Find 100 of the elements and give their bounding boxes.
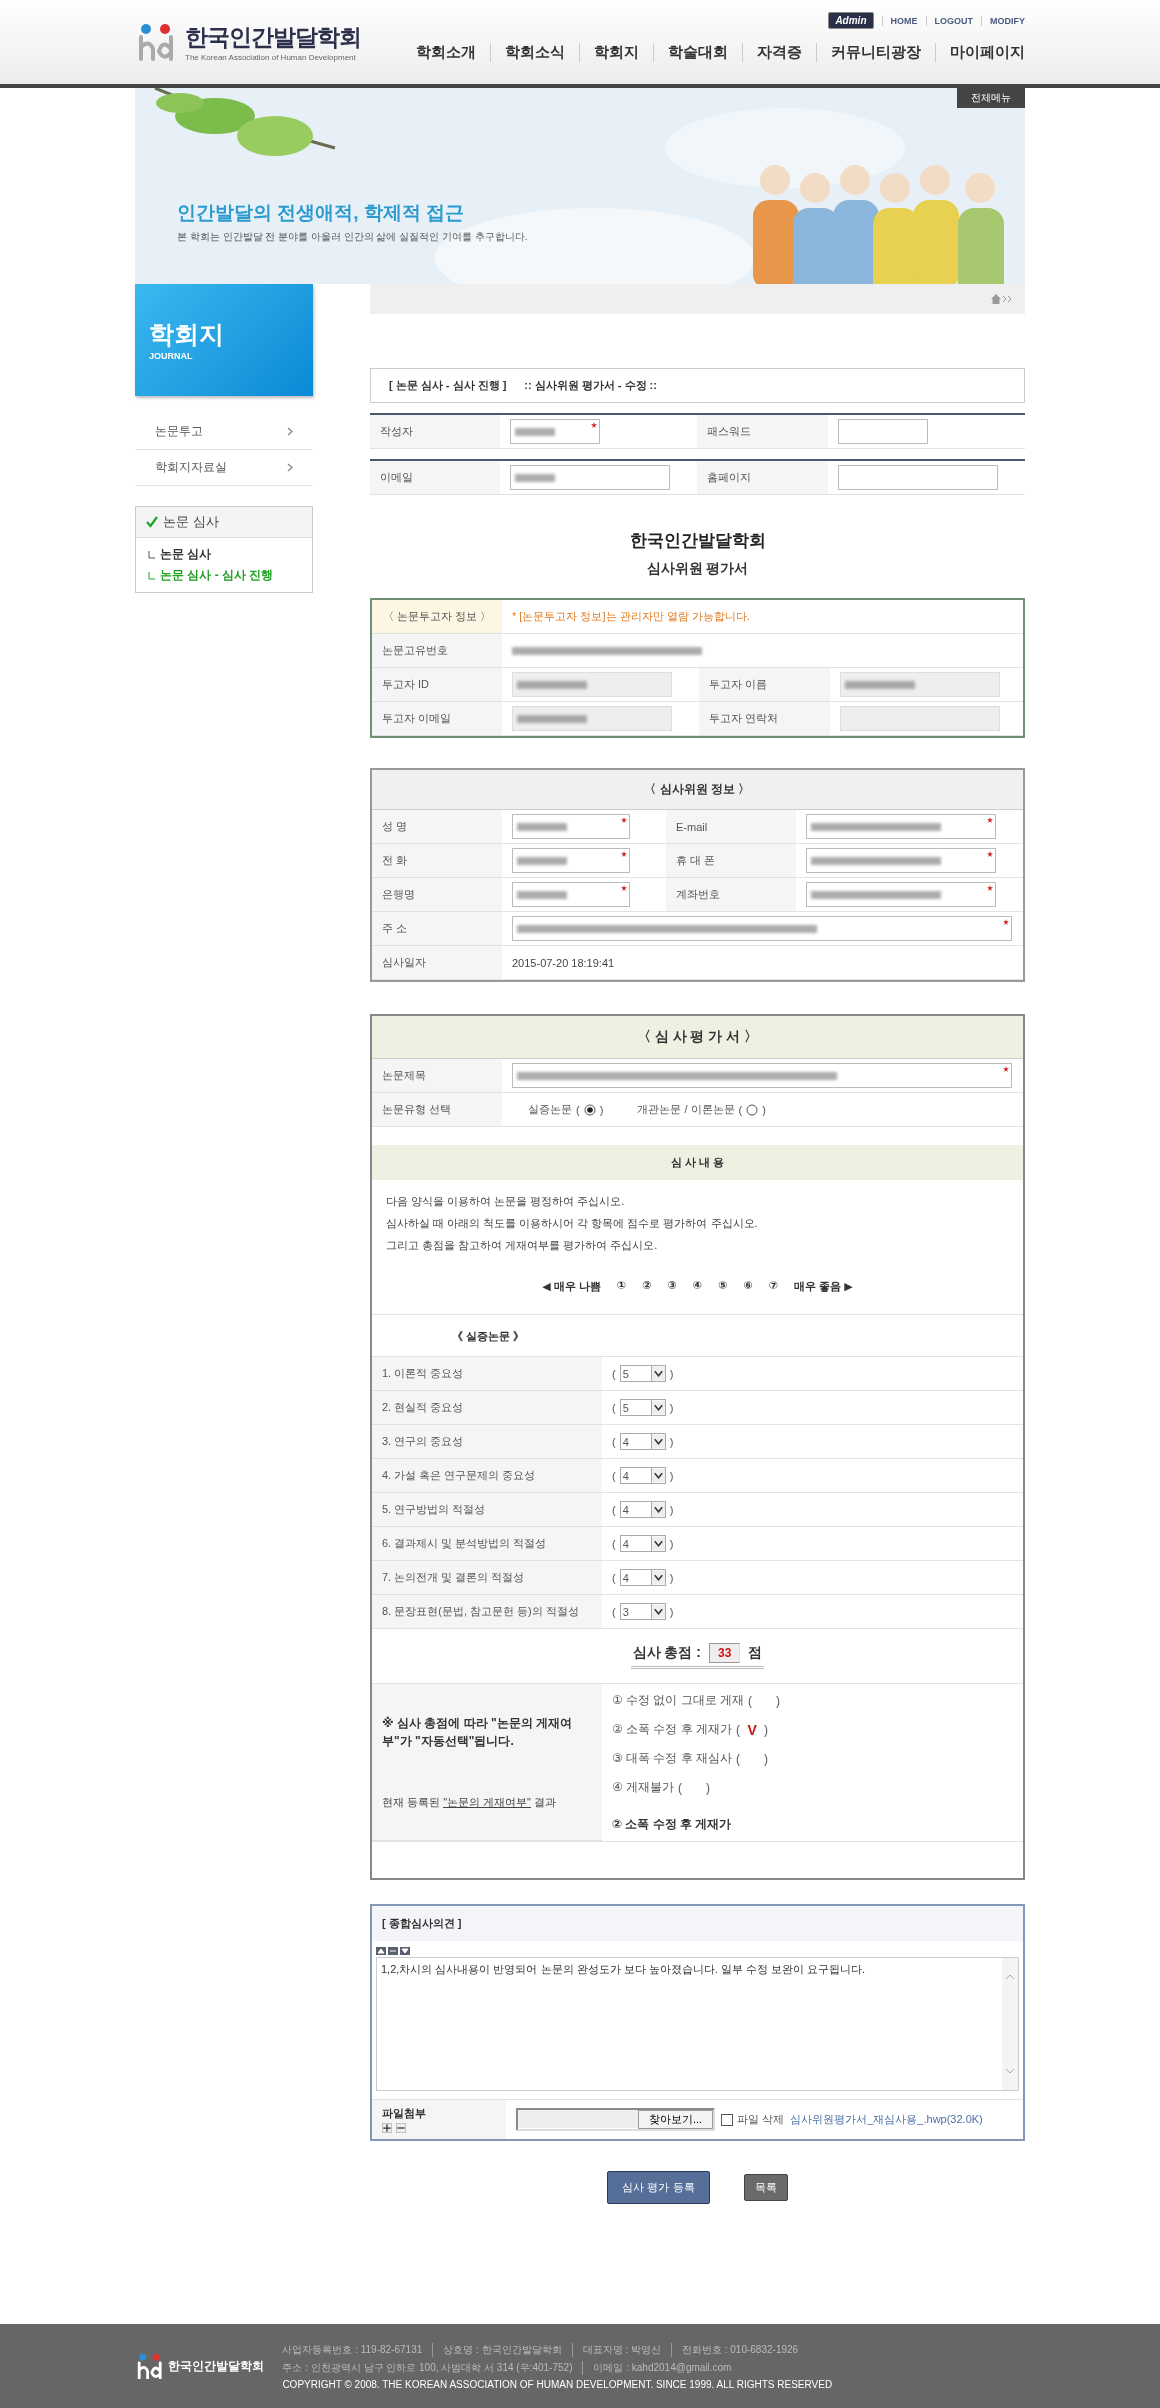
required-icon xyxy=(1003,1066,1009,1072)
file-link[interactable]: 심사위원평가서_재심사용_.hwp(32.0K) xyxy=(790,2112,983,2127)
nav-item[interactable]: 커뮤니티광장 xyxy=(816,43,935,62)
input-field[interactable] xyxy=(512,916,1012,941)
checkbox[interactable] xyxy=(721,2113,734,2126)
minus-icon[interactable] xyxy=(396,2123,406,2133)
current-result-label: 현재 등록된 "논문의 게재여부" 결과 xyxy=(382,1794,557,1810)
criterion-label: 3. 연구의 중요성 xyxy=(372,1425,602,1459)
scale-point: ① xyxy=(616,1279,627,1293)
nav-item[interactable]: 자격증 xyxy=(742,43,816,62)
radio-button[interactable] xyxy=(583,1103,596,1116)
paren-text: ( xyxy=(738,1103,743,1116)
paren-text: ) xyxy=(669,1401,674,1414)
paren-text: ) xyxy=(669,1605,674,1618)
score-select[interactable]: 4 xyxy=(619,1535,666,1552)
footer-text: 대표자명 : 박영신 xyxy=(571,2342,671,2357)
all-menu-button[interactable]: 전체메뉴 xyxy=(957,88,1025,108)
score-select[interactable]: 4 xyxy=(619,1467,666,1484)
option-label: ④ 게재불가 xyxy=(612,1779,675,1796)
submit-button[interactable]: 심사 평가 등록 xyxy=(607,2171,710,2204)
util-link[interactable]: LOGOUT xyxy=(925,15,973,26)
paren-text: ( xyxy=(576,1103,580,1116)
paren-text: ( xyxy=(612,1435,616,1448)
submenu-item[interactable]: 논문 심사 - 심사 진행 xyxy=(148,567,300,584)
radio-button[interactable] xyxy=(746,1103,759,1116)
nav-item[interactable]: 학술대회 xyxy=(653,43,742,62)
resize-icon[interactable] xyxy=(388,1947,398,1955)
input-field[interactable] xyxy=(838,419,928,444)
util-link[interactable]: HOME xyxy=(881,15,918,26)
util-link[interactable]: MODIFY xyxy=(981,15,1025,26)
paren-text: ) xyxy=(764,1722,769,1737)
nav-item[interactable]: 마이페이지 xyxy=(935,43,1025,62)
sidebar-item[interactable]: 학회지자료실 xyxy=(135,450,313,486)
paren-text: ) xyxy=(776,1693,781,1708)
required-icon xyxy=(987,851,993,857)
browse-button[interactable]: 찾아보기... xyxy=(638,2110,714,2129)
paren-text: ( xyxy=(612,1401,616,1414)
resize-icon[interactable] xyxy=(400,1947,410,1955)
footer-text: 전화번호 : 010-6832-1926 xyxy=(670,2342,809,2357)
paren-text: ( xyxy=(736,1722,741,1737)
footer-text: 사업자등록번호 : 119-82-67131 xyxy=(282,2342,424,2357)
content-title: 심 사 내 용 xyxy=(670,1155,725,1170)
scale-point: ② xyxy=(642,1279,652,1293)
scale-point: ⑥ xyxy=(743,1279,753,1293)
paren-text: ( xyxy=(612,1503,616,1516)
resize-icon[interactable] xyxy=(376,1947,386,1955)
score-select[interactable]: 3 xyxy=(619,1603,666,1620)
opinion-textarea[interactable]: 1,2,차시의 심사내용이 반영되어 논문의 완성도가 보다 높아졌습니다. 일부 수정 보완이 요구됩니다. xyxy=(376,1957,1019,2091)
dropdown-icon xyxy=(650,1604,665,1619)
input-field[interactable] xyxy=(806,848,996,873)
scroll-up-icon[interactable] xyxy=(1006,1974,1014,1979)
option-label: ① 수정 없이 그대로 게재 xyxy=(612,1692,745,1709)
current-result: ② 소폭 수정 후 게재가 xyxy=(612,1816,733,1833)
input-field[interactable] xyxy=(806,814,996,839)
score-select[interactable]: 4 xyxy=(619,1501,666,1518)
score-select[interactable]: 4 xyxy=(619,1433,666,1450)
scale-point: ④ xyxy=(692,1279,703,1293)
scale-point: ⑦ xyxy=(768,1279,779,1293)
panel-title: 〈 심사위원 정보 〉 xyxy=(644,781,751,798)
required-icon xyxy=(591,422,597,428)
input-field[interactable] xyxy=(512,1063,1012,1088)
submenu-item[interactable]: 논문 심사 xyxy=(148,546,300,563)
score-select[interactable]: 5 xyxy=(619,1365,666,1382)
footer-logo-text: 한국인간발달학회 xyxy=(168,2357,265,2375)
sidebar-item[interactable]: 논문투고 xyxy=(135,414,313,450)
file-input[interactable]: 찾아보기... xyxy=(516,2108,716,2131)
redacted-text xyxy=(845,680,915,689)
input-field[interactable] xyxy=(512,814,630,839)
publication-link[interactable]: "논문의 게재여부" xyxy=(443,1795,531,1808)
input-field[interactable] xyxy=(510,419,600,444)
field-label: 심사일자 xyxy=(372,946,502,980)
input-field[interactable] xyxy=(838,465,998,490)
paren-text: ( xyxy=(612,1367,616,1380)
field-label: 투고자 이메일 xyxy=(372,702,502,736)
nav-item[interactable]: 학회소개 xyxy=(402,43,490,62)
list-button[interactable]: 목록 xyxy=(743,2174,788,2201)
dropdown-icon xyxy=(650,1468,665,1483)
paren-text: ) xyxy=(669,1435,674,1448)
section-label: 〈 논문투고자 정보 〉 xyxy=(372,600,502,634)
input-field[interactable] xyxy=(806,882,996,907)
instruction-text: 심사하실 때 아래의 척도를 이용하시어 각 항목에 점수로 평가하여 주십시오. xyxy=(386,1216,759,1231)
paren-text: ( xyxy=(612,1571,616,1584)
input-field[interactable] xyxy=(512,882,630,907)
input-field[interactable] xyxy=(510,465,670,490)
criterion-label: 8. 문장표현(문법, 참고문헌 등)의 적절성 xyxy=(372,1595,602,1629)
input-field[interactable] xyxy=(512,848,630,873)
plus-icon[interactable] xyxy=(382,2123,392,2133)
attach-label: 파일첨부 xyxy=(382,2106,427,2121)
nav-item[interactable]: 학회지 xyxy=(579,43,653,62)
score-select[interactable]: 4 xyxy=(619,1569,666,1586)
section-subtitle: JOURNAL xyxy=(149,351,194,361)
required-icon xyxy=(987,885,993,891)
paren-text: ( xyxy=(612,1469,616,1482)
criterion-label: 7. 논의전개 및 결론의 적절성 xyxy=(372,1561,602,1595)
score-select[interactable]: 5 xyxy=(619,1399,666,1416)
scroll-down-icon[interactable] xyxy=(1006,2069,1014,2074)
nav-item[interactable]: 학회소식 xyxy=(490,43,579,62)
instruction-text: 그리고 총점을 참고하여 게재여부를 평가하여 주십시오. xyxy=(386,1238,659,1253)
form-subtitle: 심사위원 평가서 xyxy=(646,560,749,578)
check-mark: V xyxy=(746,1721,758,1738)
